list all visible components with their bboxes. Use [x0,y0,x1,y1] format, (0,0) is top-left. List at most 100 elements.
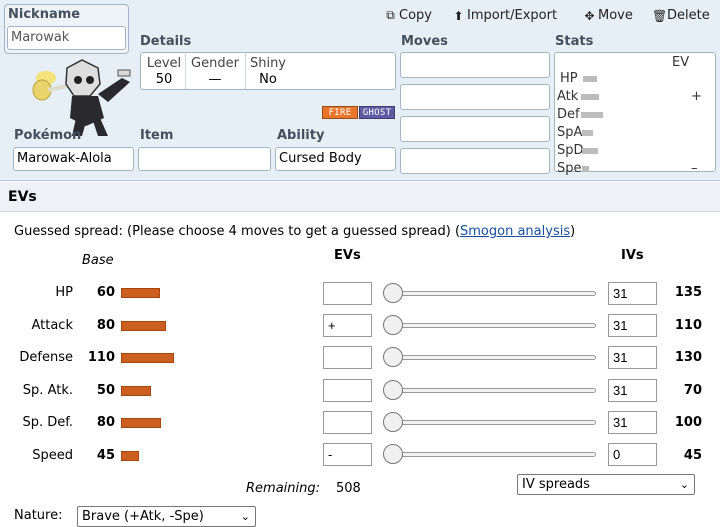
ev-row-total: 110 [674,318,702,333]
details-label: Details [140,34,192,49]
moves-label: Moves [401,34,448,49]
pokemon-input[interactable]: Marowak-Alola [13,147,134,171]
chevron-down-icon: ⌄ [240,510,250,523]
nature-value: Brave (+Atk, -Spe) [82,509,204,524]
ivs-column-header: IVs [621,248,644,263]
base-stat-bar [121,451,139,461]
stat-atk-bar [581,94,599,100]
chevron-down-icon: ⌄ [679,478,689,491]
ev-row-total: 45 [683,448,702,463]
stat-spe-ev: – [691,161,698,176]
copy-label: Copy [399,8,432,23]
iv-input-speed[interactable] [608,443,657,466]
delete-label: Delete [667,8,710,23]
delete-button[interactable]: 🗑 Delete [652,8,710,23]
ev-input-spdef[interactable] [323,411,372,434]
base-stat-bar [121,321,166,331]
import-export-button[interactable]: ⬆ Import/Export [452,8,557,23]
ev-row-total: 135 [674,285,702,300]
nature-select[interactable]: Brave (+Atk, -Spe) ⌄ [77,506,256,527]
stats-box[interactable]: EV HP Atk + Def SpA SpD Spe – [554,52,716,176]
iv-input-defense[interactable] [608,346,657,369]
ev-slider-speed[interactable] [392,452,596,457]
nickname-input[interactable]: Marowak [7,26,126,50]
stat-spd-bar [582,148,598,154]
stat-hp-label: HP [560,71,578,86]
level-value: 50 [155,72,173,87]
ev-row-base: 60 [96,285,115,300]
ev-slider-hp[interactable] [392,291,596,296]
ev-input-defense[interactable] [323,346,372,369]
nature-label: Nature: [14,508,63,523]
set-panel: Nickname Marowak ⧉ Copy ⬆ Import/Export … [0,0,720,181]
ev-slider-thumb-defense[interactable] [383,347,403,367]
stat-spe-label: Spe [557,161,582,176]
ev-row-name: Defense [19,350,73,365]
item-input[interactable] [138,147,271,171]
gender-field: Gender — [188,56,242,88]
ev-row-total: 130 [674,350,702,365]
copy-button[interactable]: ⧉ Copy [384,8,432,23]
ev-slider-thumb-attack[interactable] [383,315,403,335]
stat-atk-label: Atk [557,89,579,104]
arrows-icon: ✥ [584,8,595,23]
type-badge-fire: FIRE [322,106,358,119]
pokemon-label: Pokémon [14,128,82,143]
ev-row-total: 100 [674,415,702,430]
details-box[interactable]: Level 50 Gender — Shiny No [140,52,396,90]
stat-def-label: Def [557,107,580,122]
iv-input-hp[interactable] [608,282,657,305]
ev-row-base: 80 [96,318,115,333]
move-input-1[interactable] [400,52,550,78]
move-button[interactable]: ✥ Move [583,8,632,23]
pokemon-sprite [32,59,131,136]
iv-spreads-select[interactable]: IV spreads ⌄ [517,474,695,495]
level-label: Level [146,56,182,71]
import-export-label: Import/Export [467,8,558,23]
ev-slider-thumb-spdef[interactable] [383,412,403,432]
iv-input-attack[interactable] [608,314,657,337]
iv-input-spatk[interactable] [608,379,657,402]
shiny-value: No [259,72,277,87]
remaining-value: 508 [336,481,361,496]
nickname-label: Nickname [8,7,81,22]
ev-slider-thumb-speed[interactable] [383,444,403,464]
ev-slider-attack[interactable] [392,323,596,328]
ev-input-spatk[interactable] [323,379,372,402]
move-input-3[interactable] [400,116,550,142]
ev-row-total: 70 [683,383,702,398]
stat-spa-label: SpA [557,125,583,140]
ability-input[interactable]: Cursed Body [275,147,396,171]
stat-hp-bar [583,76,597,82]
move-input-2[interactable] [400,84,550,110]
ev-input-attack[interactable] [323,314,372,337]
base-stat-bar [121,288,160,298]
ev-row-name: Sp. Atk. [22,383,73,398]
stats-label: Stats [555,34,594,49]
evs-header: EVs [0,182,720,212]
ev-row-base: 45 [96,448,115,463]
iv-spreads-label: IV spreads [522,477,590,492]
trash-icon: 🗑 [652,8,668,23]
ev-row-base: 50 [96,383,115,398]
ev-row-name: Attack [31,318,73,333]
ev-input-hp[interactable] [323,282,372,305]
shiny-label: Shiny [249,56,287,71]
ev-slider-thumb-hp[interactable] [383,283,403,303]
base-stat-bar [121,386,151,396]
ev-slider-thumb-spatk[interactable] [383,380,403,400]
gender-label: Gender [191,56,239,71]
ev-input-speed[interactable] [323,443,372,466]
base-stat-bar [121,353,174,363]
nickname-box: Nickname Marowak [4,4,129,54]
move-input-4[interactable] [400,148,550,174]
stat-def-bar [581,112,603,118]
ev-slider-spatk[interactable] [392,388,596,393]
iv-input-spdef[interactable] [608,411,657,434]
ev-row-name: Sp. Def. [22,415,73,430]
ev-slider-spdef[interactable] [392,420,596,425]
remaining-label: Remaining: [246,481,320,496]
ev-slider-defense[interactable] [392,355,596,360]
smogon-analysis-link[interactable]: Smogon analysis [460,224,570,239]
type-badge-ghost: GHOST [359,106,395,119]
